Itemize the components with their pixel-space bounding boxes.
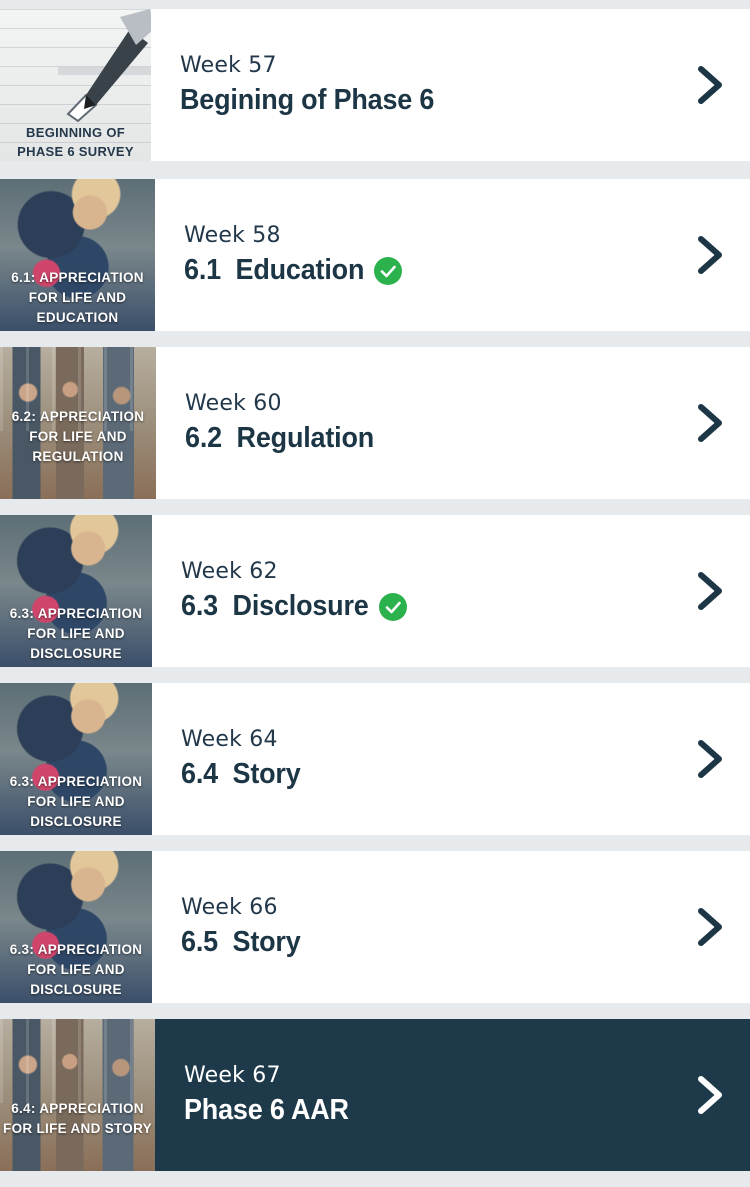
chevron-right-icon[interactable] (670, 179, 750, 331)
week-label: Week 62 (181, 559, 278, 584)
lesson-thumbnail: 6.3: APPRECIATION FOR LIFE AND DISCLOSUR… (0, 515, 152, 667)
chevron-right-icon[interactable] (670, 683, 750, 835)
lesson-title: Begining of Phase 6 (180, 84, 435, 116)
check-circle-icon (378, 592, 407, 621)
week-label: Week 66 (181, 895, 278, 920)
lesson-row-week-60[interactable]: 6.2: APPRECIATION FOR LIFE AND REGULATIO… (0, 347, 750, 499)
chevron-right-icon[interactable] (670, 1019, 750, 1171)
thumbnail-caption: BEGINNING OF PHASE 6 SURVEY (17, 125, 134, 159)
lesson-title: 6.1 Education (184, 254, 365, 286)
chevron-right-icon[interactable] (670, 515, 750, 667)
thumbnail-caption: 6.3: APPRECIATION FOR LIFE AND DISCLOSUR… (9, 942, 143, 997)
lesson-row-week-64[interactable]: 6.3: APPRECIATION FOR LIFE AND DISCLOSUR… (0, 683, 750, 835)
chevron-right-icon[interactable] (670, 851, 750, 1003)
thumbnail-caption: 6.2: APPRECIATION FOR LIFE AND REGULATIO… (11, 409, 145, 464)
pen-icon (58, 9, 151, 123)
thumbnail-caption: 6.3: APPRECIATION FOR LIFE AND DISCLOSUR… (9, 606, 143, 661)
lesson-row-week-58[interactable]: 6.1: APPRECIATION FOR LIFE AND EDUCATION… (0, 179, 750, 331)
lesson-title: 6.5 Story (181, 926, 301, 958)
lesson-row-week-62[interactable]: 6.3: APPRECIATION FOR LIFE AND DISCLOSUR… (0, 515, 750, 667)
lesson-row-week-67[interactable]: 6.4: APPRECIATION FOR LIFE AND STORY Wee… (0, 1019, 750, 1171)
chevron-right-icon[interactable] (670, 347, 750, 499)
thumbnail-caption: 6.3: APPRECIATION FOR LIFE AND DISCLOSUR… (9, 774, 143, 829)
week-label: Week 57 (180, 53, 277, 78)
thumbnail-caption: 6.4: APPRECIATION FOR LIFE AND STORY (3, 1101, 152, 1136)
lesson-thumbnail: BEGINNING OF PHASE 6 SURVEY (0, 9, 151, 161)
lesson-row-week-57[interactable]: BEGINNING OF PHASE 6 SURVEY Week 57 Begi… (0, 9, 750, 161)
thumbnail-caption: 6.1: APPRECIATION FOR LIFE AND EDUCATION (11, 270, 144, 325)
lesson-thumbnail: 6.1: APPRECIATION FOR LIFE AND EDUCATION (0, 179, 155, 331)
lesson-thumbnail: 6.4: APPRECIATION FOR LIFE AND STORY (0, 1019, 155, 1171)
lesson-row-week-66[interactable]: 6.3: APPRECIATION FOR LIFE AND DISCLOSUR… (0, 851, 750, 1003)
lesson-thumbnail: 6.2: APPRECIATION FOR LIFE AND REGULATIO… (0, 347, 156, 499)
lesson-title: Phase 6 AAR (184, 1094, 349, 1126)
week-label: Week 67 (184, 1063, 281, 1088)
week-label: Week 60 (185, 391, 282, 416)
lesson-list: BEGINNING OF PHASE 6 SURVEY Week 57 Begi… (0, 0, 750, 1187)
week-label: Week 58 (184, 223, 281, 248)
lesson-title: 6.4 Story (181, 758, 301, 790)
chevron-right-icon[interactable] (670, 9, 750, 161)
week-label: Week 64 (181, 727, 278, 752)
lesson-title: 6.2 Regulation (185, 422, 375, 454)
lesson-thumbnail: 6.3: APPRECIATION FOR LIFE AND DISCLOSUR… (0, 851, 152, 1003)
check-circle-icon (373, 256, 402, 285)
lesson-title: 6.3 Disclosure (181, 590, 369, 622)
lesson-thumbnail: 6.3: APPRECIATION FOR LIFE AND DISCLOSUR… (0, 683, 152, 835)
